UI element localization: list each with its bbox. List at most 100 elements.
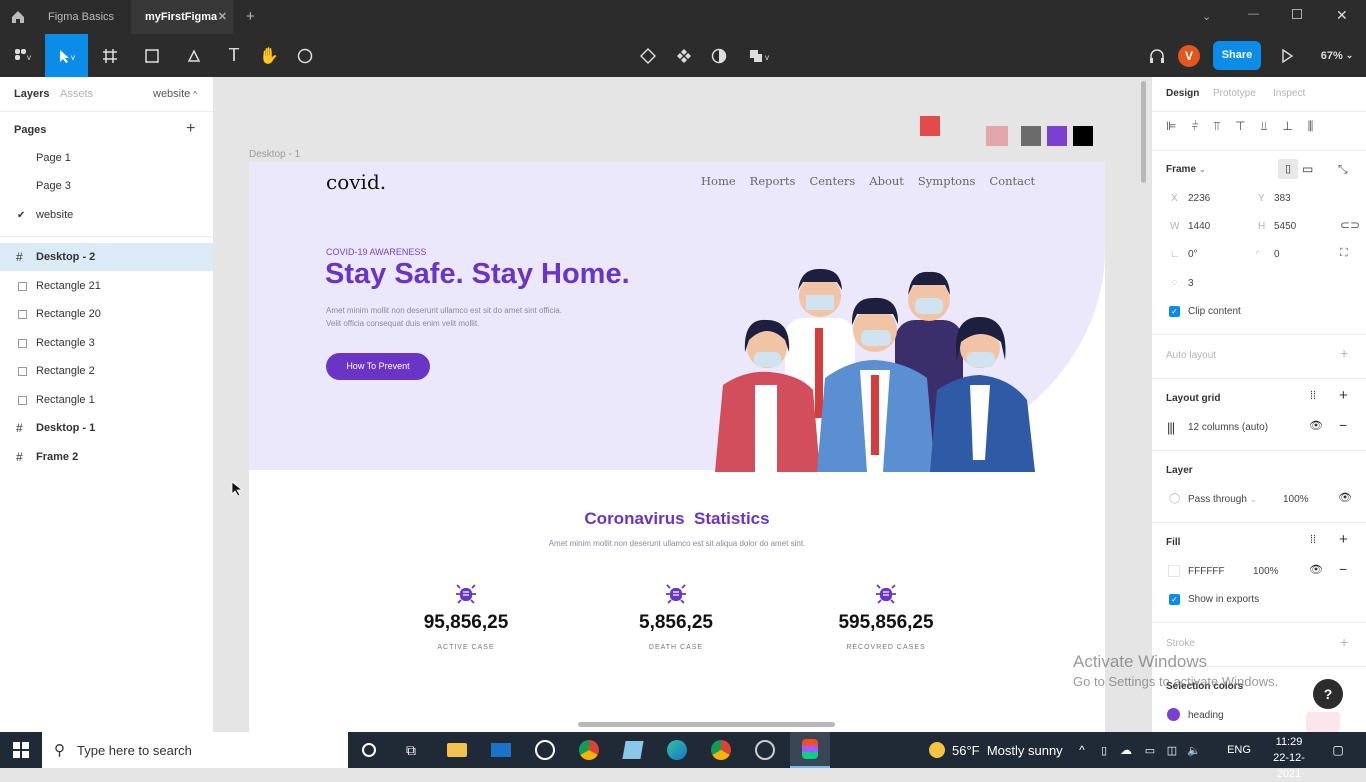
main-menu-icon[interactable]: v: [4, 34, 42, 77]
home-icon[interactable]: [10, 9, 26, 25]
layer-item[interactable]: # Desktop - 1: [0, 414, 213, 442]
nav-centers[interactable]: Centers: [809, 174, 855, 188]
horizontal-scrollbar[interactable]: [578, 722, 835, 727]
frame-dropdown[interactable]: Frame ⌄: [1166, 164, 1206, 175]
app-icon[interactable]: [616, 732, 650, 768]
figma-taskbar-icon[interactable]: [790, 732, 830, 768]
color-swatch[interactable]: [1021, 126, 1041, 146]
corner-radius-input[interactable]: 0: [1274, 249, 1280, 260]
align-center-h-icon[interactable]: ⫩: [1191, 119, 1198, 134]
how-to-prevent-button[interactable]: How To Prevent: [326, 353, 430, 380]
nav-contact[interactable]: Contact: [989, 174, 1035, 188]
mail-icon[interactable]: [484, 732, 518, 768]
color-swatch[interactable]: [920, 116, 940, 136]
tab-myfirstfigma[interactable]: myFirstFigma ✕: [131, 0, 233, 34]
distribute-icon[interactable]: ⫼: [1308, 119, 1314, 134]
fill-opacity-input[interactable]: 100%: [1253, 566, 1279, 577]
chrome-icon[interactable]: [572, 732, 606, 768]
add-stroke-icon[interactable]: +: [1340, 634, 1348, 650]
layer-opacity-input[interactable]: 100%: [1283, 494, 1309, 505]
constrain-proportions-icon[interactable]: ⊂⊃: [1340, 218, 1360, 232]
blend-mode-dropdown[interactable]: Pass through ⌄: [1188, 494, 1257, 505]
landscape-icon[interactable]: ▭: [1302, 162, 1313, 176]
cloud-icon[interactable]: ☁: [1116, 732, 1136, 768]
portrait-icon[interactable]: ▯: [1278, 159, 1298, 179]
grid-value[interactable]: 12 columns (auto): [1188, 422, 1268, 433]
weather-text[interactable]: 56°F Mostly sunny: [952, 732, 1068, 768]
independent-corners-icon[interactable]: ⛶: [1340, 247, 1348, 260]
tab-figma-basics[interactable]: Figma Basics: [34, 0, 128, 34]
eye-icon[interactable]: 👁: [1309, 563, 1323, 576]
add-tab-button[interactable]: +: [232, 0, 269, 34]
frame-tool-icon[interactable]: [96, 34, 130, 77]
create-component-icon[interactable]: [672, 34, 696, 77]
avatar[interactable]: V: [1178, 45, 1200, 67]
width-input[interactable]: 1440: [1188, 221, 1210, 232]
align-right-icon[interactable]: ⫪: [1213, 119, 1220, 134]
remove-fill-icon[interactable]: −: [1339, 561, 1347, 577]
remove-grid-icon[interactable]: −: [1339, 417, 1347, 433]
dell-icon[interactable]: [528, 732, 562, 768]
share-button[interactable]: Share: [1213, 41, 1261, 70]
shape-tool-icon[interactable]: [138, 34, 172, 77]
tab-design[interactable]: Design: [1166, 88, 1199, 99]
show-exports-checkbox[interactable]: ✓: [1169, 594, 1180, 605]
nav-home[interactable]: Home: [701, 174, 736, 188]
site-logo[interactable]: covid.: [326, 170, 386, 194]
align-middle-icon[interactable]: ⫫: [1261, 119, 1268, 134]
task-view-icon[interactable]: ⧉: [394, 732, 428, 768]
app-icon[interactable]: [748, 732, 782, 768]
color-swatch[interactable]: [1047, 126, 1067, 146]
color-swatch[interactable]: [1073, 126, 1093, 146]
add-auto-layout-icon[interactable]: +: [1340, 345, 1348, 361]
edge-icon[interactable]: [660, 732, 694, 768]
windows-start-icon[interactable]: [0, 732, 42, 768]
layer-item[interactable]: Rectangle 1: [0, 386, 213, 414]
tab-layers[interactable]: Layers: [14, 88, 49, 100]
headphones-icon[interactable]: [1144, 34, 1170, 77]
layer-item-selected[interactable]: # Desktop - 2: [0, 243, 213, 271]
clock[interactable]: 11:29 22-12-2021: [1266, 734, 1312, 782]
color-swatch[interactable]: [986, 126, 1008, 146]
layer-item[interactable]: Rectangle 2: [0, 357, 213, 385]
pen-tool-icon[interactable]: [180, 34, 214, 77]
canvas[interactable]: Desktop - 1 covid. Home Reports Centers …: [215, 77, 1151, 732]
eye-icon[interactable]: 👁: [1338, 491, 1352, 504]
move-tool-icon[interactable]: v: [45, 34, 88, 77]
fill-hex-input[interactable]: FFFFFF: [1188, 566, 1225, 577]
align-top-icon[interactable]: ⊤: [1235, 119, 1245, 134]
volume-icon[interactable]: 🔈: [1184, 732, 1204, 768]
tab-prototype[interactable]: Prototype: [1213, 88, 1256, 99]
grid-styles-icon[interactable]: ⁞⁞: [1310, 390, 1316, 402]
tab-assets[interactable]: Assets: [60, 88, 93, 100]
clip-content-checkbox[interactable]: ✓: [1169, 306, 1180, 317]
layer-item[interactable]: Rectangle 3: [0, 329, 213, 357]
website-frame[interactable]: covid. Home Reports Centers About Sympto…: [249, 162, 1105, 732]
y-input[interactable]: 383: [1274, 193, 1291, 204]
height-input[interactable]: 5450: [1274, 221, 1296, 232]
add-page-icon[interactable]: +: [186, 120, 195, 138]
selection-color-swatch[interactable]: [1167, 708, 1180, 721]
zoom-dropdown[interactable]: 67% ⌄: [1312, 34, 1362, 77]
add-grid-icon[interactable]: +: [1339, 387, 1348, 404]
restore-icon[interactable]: [1292, 9, 1302, 19]
close-icon[interactable]: ✕: [218, 0, 227, 34]
selection-color-name[interactable]: heading: [1188, 710, 1224, 721]
help-button[interactable]: ?: [1313, 679, 1343, 709]
add-fill-icon[interactable]: +: [1339, 531, 1348, 548]
align-bottom-icon[interactable]: ⊥: [1282, 119, 1292, 134]
present-icon[interactable]: [1276, 34, 1298, 77]
close-window-icon[interactable]: ✕: [1336, 7, 1348, 24]
text-tool-icon[interactable]: T: [222, 34, 246, 77]
mask-icon[interactable]: [707, 34, 731, 77]
chevron-down-icon[interactable]: ⌄: [1202, 10, 1211, 23]
align-left-icon[interactable]: ⊫: [1166, 119, 1176, 134]
corner-smoothing-input[interactable]: 3: [1188, 278, 1194, 289]
fill-swatch[interactable]: [1168, 565, 1180, 577]
tray-icon[interactable]: ▯: [1095, 732, 1113, 768]
chevron-up-icon[interactable]: ^: [1073, 732, 1091, 768]
network-icon[interactable]: ◫: [1162, 732, 1182, 768]
page-selector[interactable]: website ^: [153, 88, 197, 100]
cortana-icon[interactable]: [352, 732, 386, 768]
minimize-icon[interactable]: —: [1248, 8, 1259, 20]
